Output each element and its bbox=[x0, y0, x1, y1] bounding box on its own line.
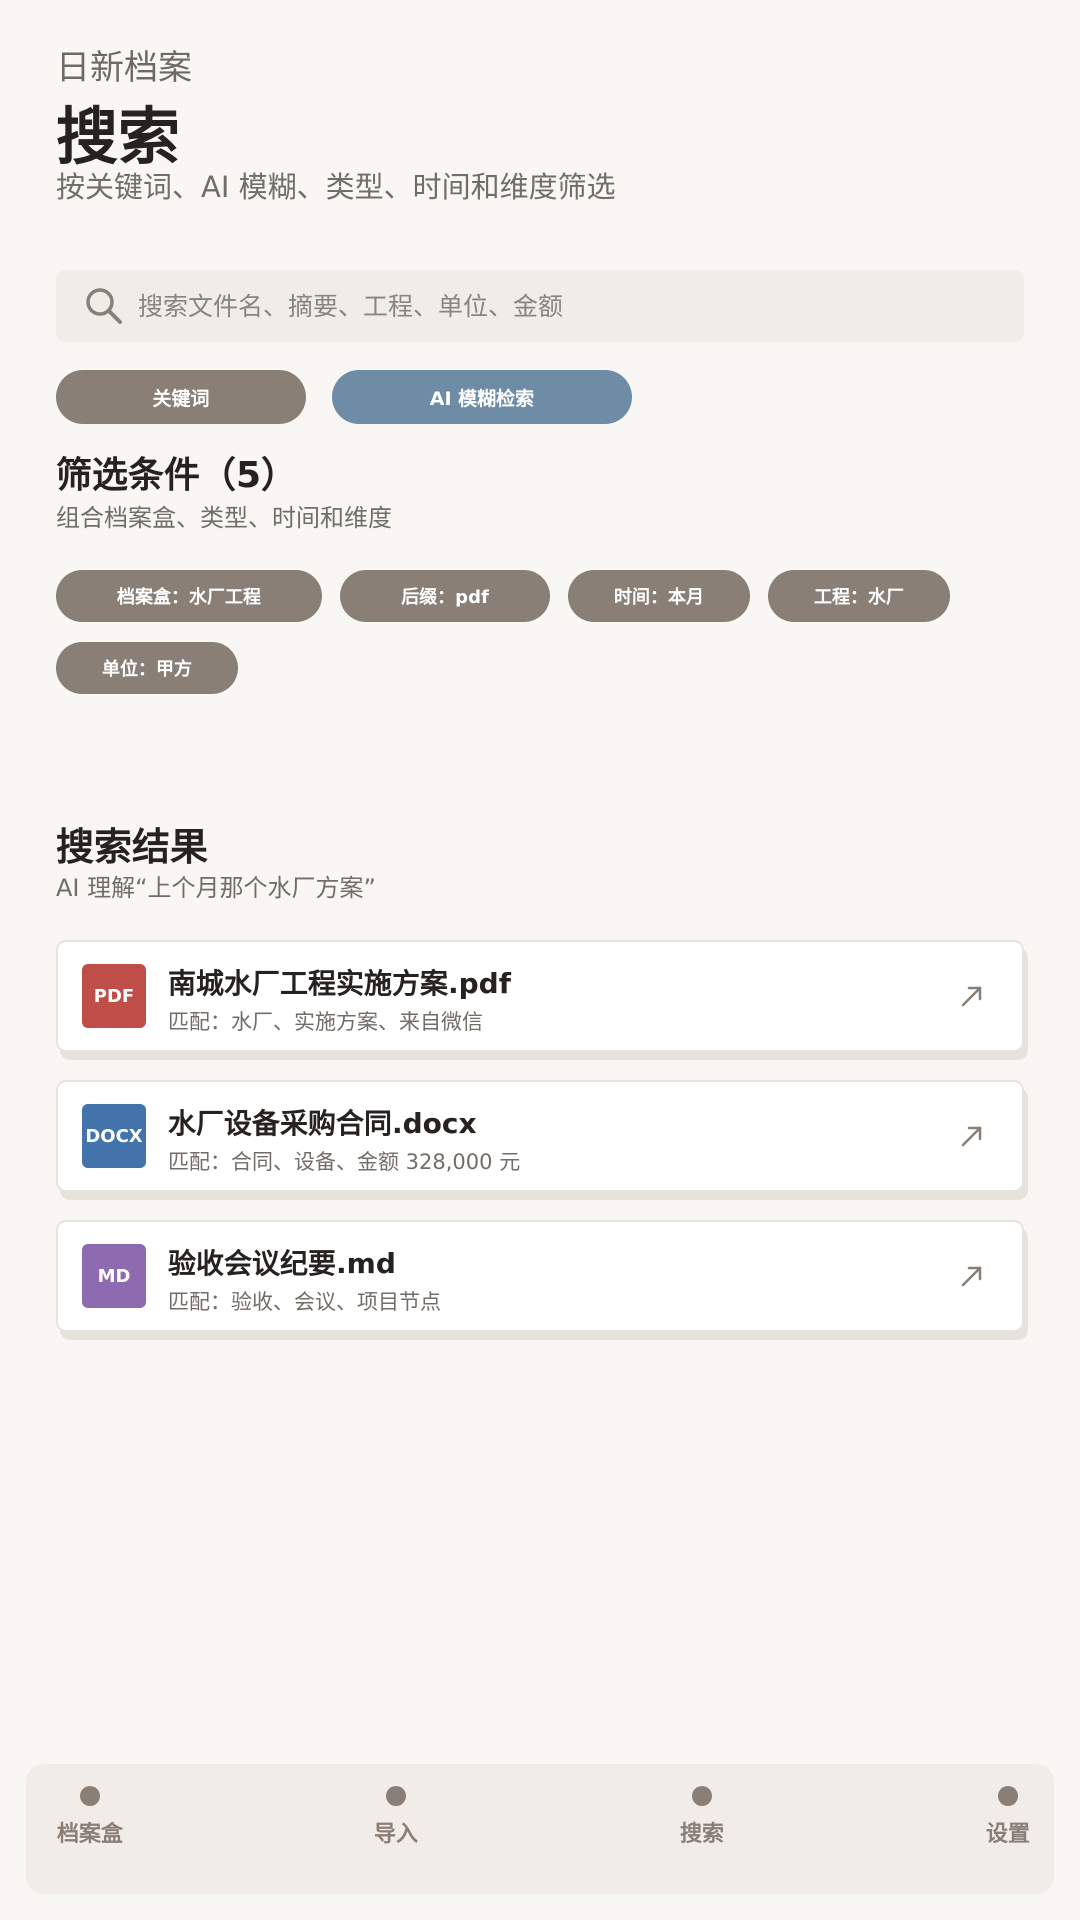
nav-label: 搜索 bbox=[679, 1822, 724, 1847]
open-arrow-icon[interactable] bbox=[952, 1256, 992, 1296]
page-subtitle: 按关键词、AI 模糊、类型、时间和维度筛选 bbox=[56, 170, 616, 204]
result-card[interactable]: DOCX 水厂设备采购合同.docx 匹配：合同、设备、金额 328,000 元 bbox=[56, 1080, 1024, 1192]
results-section-title: 搜索结果 bbox=[56, 825, 209, 869]
filter-chip-project[interactable]: 工程：水厂 bbox=[768, 570, 950, 622]
filter-section-title: 筛选条件（5） bbox=[56, 455, 298, 496]
open-arrow-icon[interactable] bbox=[952, 976, 992, 1016]
md-file-icon: MD bbox=[82, 1244, 146, 1308]
import-dot-icon bbox=[386, 1786, 406, 1806]
pdf-file-icon: PDF bbox=[82, 964, 146, 1028]
open-arrow-icon[interactable] bbox=[952, 1116, 992, 1156]
result-match-info: 匹配：水厂、实施方案、来自微信 bbox=[168, 1010, 483, 1034]
search-input[interactable] bbox=[138, 270, 1024, 342]
filter-chip-archive-box[interactable]: 档案盒：水厂工程 bbox=[56, 570, 322, 622]
nav-item-search[interactable]: 搜索 bbox=[632, 1786, 772, 1872]
keyword-mode-button[interactable]: 关键词 bbox=[56, 370, 306, 424]
result-file-name: 水厂设备采购合同.docx bbox=[168, 1107, 477, 1140]
result-file-name: 验收会议纪要.md bbox=[168, 1247, 396, 1280]
page-title: 搜索 bbox=[56, 100, 181, 173]
settings-dot-icon bbox=[998, 1786, 1018, 1806]
result-match-info: 匹配：验收、会议、项目节点 bbox=[168, 1290, 441, 1314]
nav-label: 设置 bbox=[985, 1822, 1030, 1847]
search-dot-icon bbox=[692, 1786, 712, 1806]
result-match-info: 匹配：合同、设备、金额 328,000 元 bbox=[168, 1150, 521, 1174]
ai-fuzzy-search-button[interactable]: AI 模糊检索 bbox=[332, 370, 632, 424]
filter-chip-unit[interactable]: 单位：甲方 bbox=[56, 642, 238, 694]
archive-box-dot-icon bbox=[80, 1786, 100, 1806]
nav-label: 导入 bbox=[373, 1822, 418, 1847]
filter-chip-time[interactable]: 时间：本月 bbox=[568, 570, 750, 622]
result-card[interactable]: PDF 南城水厂工程实施方案.pdf 匹配：水厂、实施方案、来自微信 bbox=[56, 940, 1024, 1052]
docx-file-icon: DOCX bbox=[82, 1104, 146, 1168]
nav-label: 档案盒 bbox=[56, 1822, 123, 1847]
filter-section-subtitle: 组合档案盒、类型、时间和维度 bbox=[56, 504, 392, 532]
result-card[interactable]: MD 验收会议纪要.md 匹配：验收、会议、项目节点 bbox=[56, 1220, 1024, 1332]
nav-item-settings[interactable]: 设置 bbox=[938, 1786, 1078, 1872]
filter-chip-suffix[interactable]: 后缀：pdf bbox=[340, 570, 550, 622]
results-ai-interpretation: AI 理解“上个月那个水厂方案” bbox=[56, 874, 376, 902]
bottom-nav: 档案盒 导入 搜索 设置 bbox=[26, 1764, 1054, 1894]
nav-item-archive-box[interactable]: 档案盒 bbox=[20, 1786, 160, 1872]
nav-item-import[interactable]: 导入 bbox=[326, 1786, 466, 1872]
search-icon bbox=[82, 284, 126, 328]
app-name: 日新档案 bbox=[56, 48, 192, 88]
search-bar[interactable] bbox=[56, 270, 1024, 342]
search-page: 日新档案 搜索 按关键词、AI 模糊、类型、时间和维度筛选 关键词 AI 模糊检… bbox=[0, 0, 1080, 1920]
result-file-name: 南城水厂工程实施方案.pdf bbox=[168, 967, 511, 1000]
